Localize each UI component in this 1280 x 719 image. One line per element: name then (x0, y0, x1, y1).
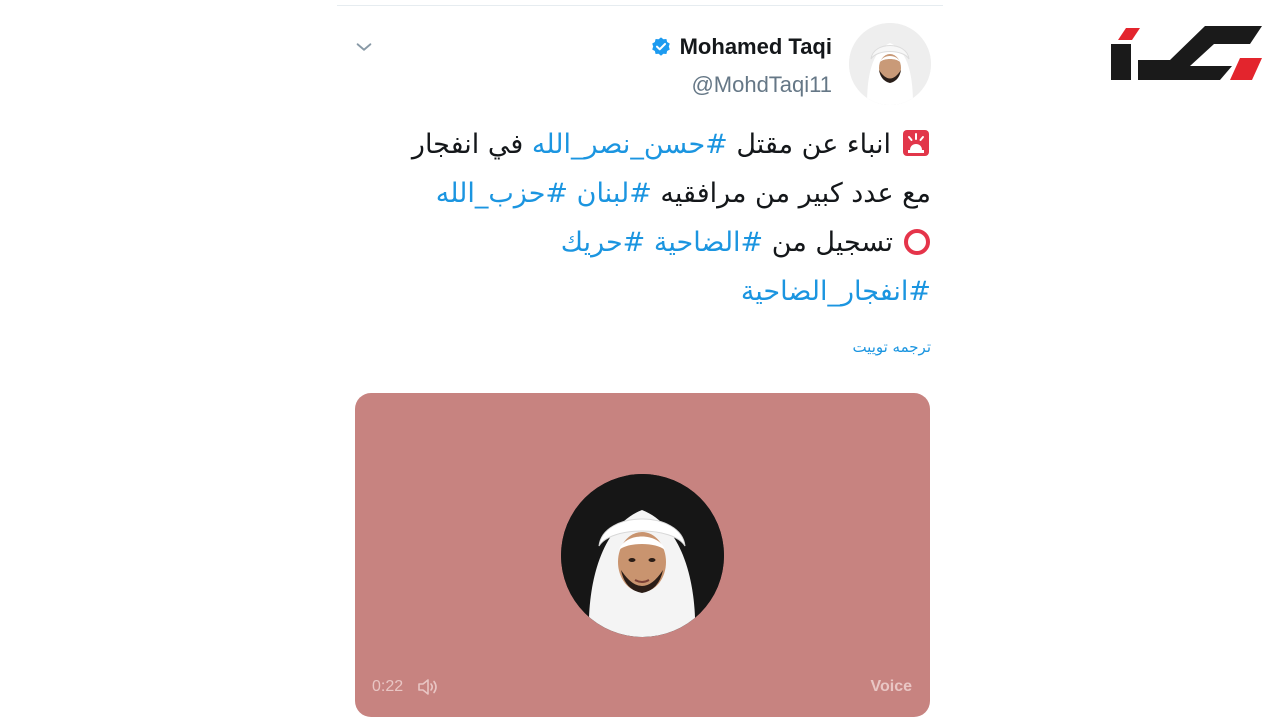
author-name[interactable]: Mohamed Taqi (680, 34, 832, 60)
rotating-light-icon (903, 130, 929, 156)
tweet-line-3: تسجيل من #الضاحية #حريك (341, 218, 931, 267)
tweet-text: مع عدد كبير من مرافقيه (651, 178, 931, 209)
tweet-card: Mohamed Taqi @MohdTaqi11 انباء عن مقتل #… (337, 0, 943, 719)
tweet-line-2: مع عدد كبير من مرافقيه #لبنان #حزب_الله (341, 169, 931, 218)
tweet-text: تسجيل من (763, 227, 893, 258)
volume-icon[interactable] (416, 676, 440, 698)
translate-tweet-link[interactable]: ترجمه توییت (852, 338, 931, 356)
tweet-line-1: انباء عن مقتل #حسن_نصر_الله في انفجار (341, 120, 931, 169)
tweet-text (645, 227, 654, 258)
chevron-down-icon[interactable] (353, 36, 375, 58)
media-avatar (561, 474, 724, 637)
tweet-text: انباء عن مقتل (727, 129, 891, 160)
site-logo (1111, 26, 1262, 80)
media-avatar-image (561, 474, 724, 637)
divider (337, 5, 943, 6)
tweet-text (568, 178, 577, 209)
author-handle[interactable]: @MohdTaqi11 (691, 72, 832, 98)
hashtag-link[interactable]: #الضاحية (654, 227, 763, 258)
hashtag-link[interactable]: #لبنان (577, 178, 652, 209)
tweet-body: انباء عن مقتل #حسن_نصر_الله في انفجار مع… (341, 120, 931, 316)
hashtag-link[interactable]: #حزب_الله (436, 178, 568, 209)
verified-badge-icon (651, 37, 670, 56)
voice-label: Voice (870, 678, 913, 695)
media-duration: 0:22 (372, 678, 404, 695)
voice-media-card[interactable]: 0:22 Voice (355, 393, 930, 717)
hashtag-link[interactable]: #حريك (561, 227, 645, 258)
avatar[interactable] (849, 23, 931, 105)
hashtag-link[interactable]: #انفجار_الضاحية (741, 276, 931, 307)
red-circle-icon (904, 229, 930, 255)
avatar-image (849, 23, 931, 105)
hashtag-link[interactable]: #حسن_نصر_الله (532, 129, 728, 160)
tweet-line-4: #انفجار_الضاحية (341, 267, 931, 316)
tweet-text: في انفجار (411, 129, 532, 160)
author-row: Mohamed Taqi (650, 33, 832, 61)
